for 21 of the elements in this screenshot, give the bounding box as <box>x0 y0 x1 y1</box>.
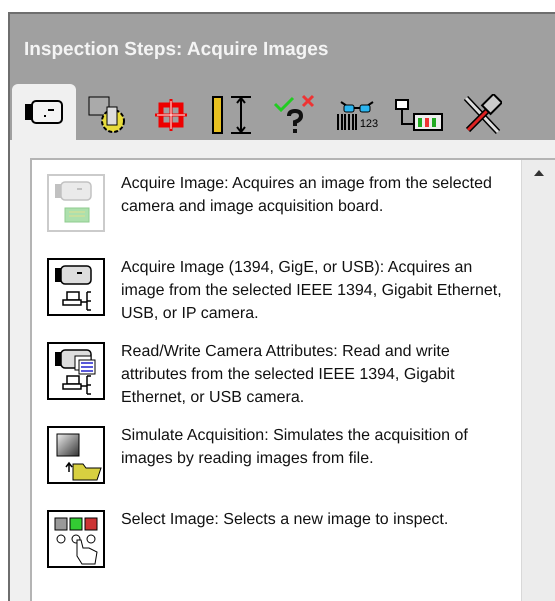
image-folder-icon[interactable] <box>47 426 105 484</box>
step-description: Select Image: Selects a new image to inspect. <box>121 510 450 530</box>
step-description: Read/Write Camera Attributes: Read and write attributes from the selected IEEE 1394, Gigabit Ethernet, or USB camera. <box>121 342 456 408</box>
scroll-up-icon[interactable] <box>534 170 544 176</box>
barcode-icon <box>336 114 358 130</box>
camera-network-icon[interactable] <box>47 258 105 316</box>
crosshair-icon <box>153 97 189 133</box>
scrollbar[interactable] <box>521 160 555 601</box>
panel-title: Inspection Steps: Acquire Images <box>23 38 330 62</box>
image-select-icon[interactable] <box>47 510 105 568</box>
tool-tab[interactable]: 123 <box>328 90 386 140</box>
step-description: Simulate Acquisition: Simulates the acquisition of images by reading images from file. <box>121 426 469 469</box>
camera-attributes-icon[interactable] <box>47 342 105 400</box>
check-cross-question-icon <box>273 94 317 136</box>
glasses-icon <box>338 100 375 114</box>
computer-device-icon <box>394 98 444 132</box>
tool-tab[interactable] <box>12 84 76 140</box>
tab-icon-label: 123 <box>360 119 378 130</box>
camera-icon <box>24 99 64 125</box>
step-description: Acquire Image: Acquires an image from the selected camera and image acquisition board. <box>121 174 493 217</box>
step-description: Acquire Image (1394, GigE, or USB): Acquires an image from the selected IEEE 1394, Gigabit Ethernet, USB, or IP camera. <box>121 258 503 324</box>
